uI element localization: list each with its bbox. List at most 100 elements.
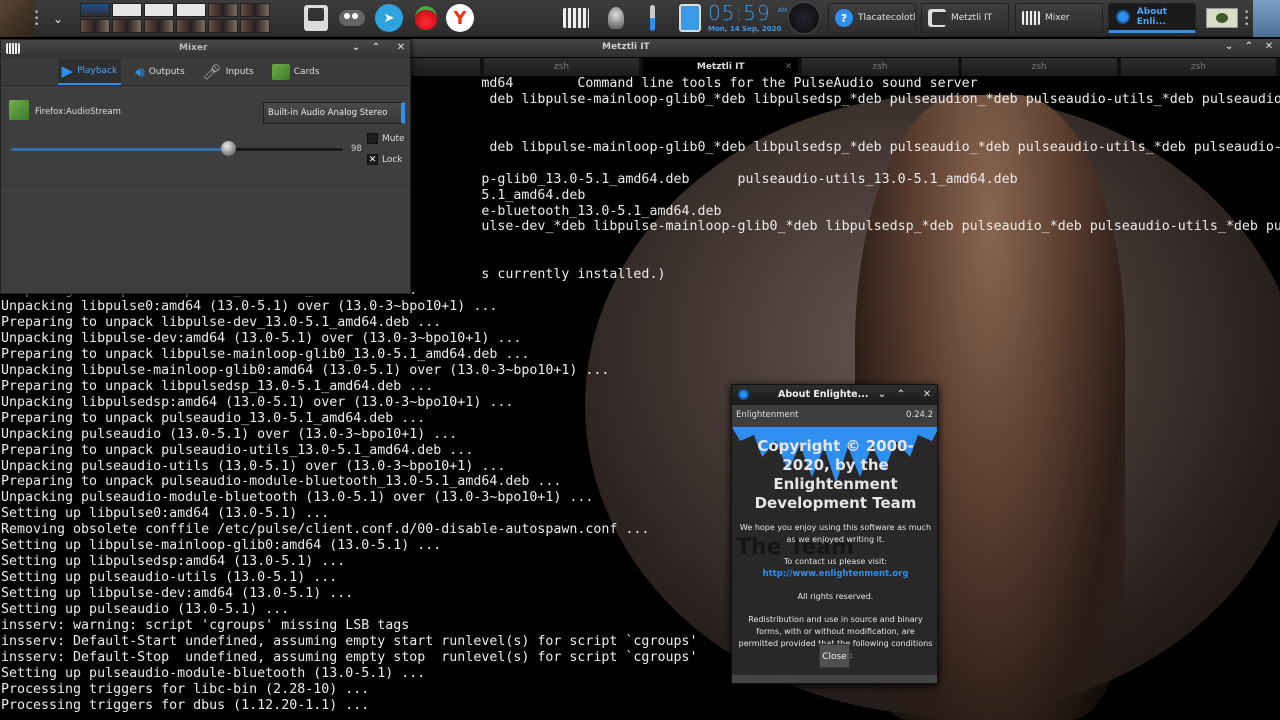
clock-date: Mon, 14 Sep, 2020 <box>708 25 782 33</box>
lock-label: Lock <box>382 155 403 165</box>
shelf-overflow-handle[interactable]: • • • <box>1244 9 1249 30</box>
pager-desktop[interactable] <box>112 19 142 33</box>
website-link[interactable]: http://www.enlightenment.org <box>732 568 937 580</box>
desktop-pager[interactable] <box>80 3 272 34</box>
terminal-line: insserv: warning: script 'cgroups' missi… <box>1 617 410 633</box>
terminal-line: Preparing to unpack pulseaudio-module-bl… <box>1 474 562 490</box>
terminal-tab[interactable]: zsh <box>802 58 962 76</box>
clock-gadget[interactable]: 05:59 AM Mon, 14 Sep, 2020 <box>708 2 787 36</box>
close-tab-icon[interactable]: ✕ <box>785 58 793 76</box>
terminal-line: Setting up pulseaudio-module-bluetooth (… <box>1 665 426 681</box>
launcher-telegram[interactable]: ➤ <box>373 2 405 34</box>
terminal-tab[interactable]: Metztli IT ✕ <box>643 58 803 76</box>
about-content[interactable]: The Team Copyright © 2000-2020, by the E… <box>732 427 937 677</box>
pager-desktop[interactable] <box>80 19 110 33</box>
terminal-line: Unpacking pulseaudio-utils (13.0-5.1) ov… <box>1 458 506 474</box>
pager-desktop[interactable] <box>240 3 270 17</box>
terminal-line: Setting up libpulse0:amd64 (13.0-5.1) ..… <box>1 506 330 522</box>
terminal-line: Unpacking libpulse0:amd64 (13.0-5.1) ove… <box>1 299 498 315</box>
volume-slider[interactable] <box>11 148 343 151</box>
about-titlebar[interactable]: About Enlighte... ⌄ ⌃ ✕ <box>732 385 937 405</box>
lightbulb-icon <box>608 7 624 29</box>
terminal-tab-label: zsh <box>1031 62 1047 72</box>
maximize-icon[interactable]: ⌃ <box>369 42 383 53</box>
shelf-background-thumb <box>0 0 34 37</box>
close-icon[interactable]: ✕ <box>920 389 934 400</box>
taskbar-item[interactable]: Metztli IT <box>921 3 1009 33</box>
tab-outputs[interactable]: 🔊︎ Outputs <box>131 59 188 85</box>
maximize-icon[interactable]: ⌃ <box>1242 41 1256 52</box>
close-button[interactable]: Close <box>819 644 850 668</box>
main-menu-button[interactable]: ⌄ <box>46 4 70 33</box>
chevron-down-icon: ⌄ <box>52 11 64 26</box>
pager-desktop[interactable] <box>240 19 270 33</box>
volume-slider-handle[interactable] <box>220 141 236 156</box>
pager-desktop[interactable] <box>144 3 174 17</box>
battery-gadget[interactable] <box>674 2 706 34</box>
mixer-title: Mixer <box>179 43 208 53</box>
wallpaper-edge <box>1253 0 1280 37</box>
launcher-gimp[interactable] <box>336 2 368 34</box>
minimize-icon[interactable]: ⌄ <box>875 389 889 400</box>
shelf-menu-handle[interactable]: • • • <box>34 9 39 30</box>
terminal-line: Setting up pulseaudio-utils (13.0-5.1) .… <box>1 570 338 586</box>
maximize-icon[interactable]: ⌃ <box>894 389 908 400</box>
close-icon[interactable]: ✕ <box>1262 41 1276 52</box>
taskbar-item[interactable]: ? Tlacatecolotl <box>828 3 916 33</box>
tab-cards[interactable]: Cards <box>268 59 324 85</box>
output-device-selector[interactable]: Built-in Audio Analog Stereo <box>263 102 405 124</box>
sound-card-icon <box>271 63 290 80</box>
launcher-terminal[interactable] <box>300 2 332 34</box>
computer-icon <box>304 5 328 31</box>
terminal-line: Setting up pulseaudio (13.0-5.1) ... <box>1 601 290 617</box>
backlight-gadget[interactable] <box>600 2 632 34</box>
launcher-yandex[interactable]: Y <box>444 2 476 34</box>
terminal-tab[interactable]: zsh <box>484 58 644 76</box>
pager-desktop[interactable] <box>80 3 110 17</box>
mute-checkbox[interactable] <box>367 133 378 144</box>
terminal-line: Setting up libpulse-mainloop-glib0:amd64… <box>1 538 442 554</box>
terminal-tab[interactable]: zsh <box>962 58 1121 76</box>
terminal-line: Setting up libpulse-dev:amd64 (13.0-5.1)… <box>1 586 354 601</box>
taskbar-item[interactable]: About Enli... <box>1108 3 1196 33</box>
terminal-line: Removing obsolete conffile /etc/pulse/cl… <box>1 522 650 538</box>
desktop-preview[interactable] <box>1206 8 1238 28</box>
launcher-strawberry[interactable] <box>410 2 442 34</box>
mixer-tabs: ▶ Playback 🔊︎ Outputs 🎤︎ Inputs Cards <box>1 58 410 86</box>
stream-name: Firefox:AudioStream <box>35 107 121 117</box>
taskbar-item-label: About Enli... <box>1136 7 1168 27</box>
taskbar-item[interactable]: Mixer <box>1015 3 1103 33</box>
microphone-icon: 🎤︎ <box>202 62 222 81</box>
media-gadget[interactable] <box>787 1 821 35</box>
thermometer-icon <box>649 5 655 31</box>
minimize-icon[interactable]: ⌄ <box>1222 41 1236 52</box>
terminal-line: Preparing to unpack pulseaudio_13.0-5.1_… <box>1 410 426 426</box>
taskbar-item-label: Mixer <box>1045 13 1070 23</box>
terminal-tab[interactable] <box>410 58 484 76</box>
tab-inputs[interactable]: 🎤︎ Inputs <box>199 59 258 85</box>
pager-desktop[interactable] <box>208 19 238 33</box>
mixer-gadget[interactable] <box>560 2 592 34</box>
lock-checkbox[interactable]: ✕ <box>367 154 378 165</box>
mixer-titlebar[interactable]: Mixer ⌄ ⌃ ✕ <box>1 40 410 58</box>
about-paragraph: We hope you enjoy using this software as… <box>739 523 932 544</box>
about-title: About Enlighte... <box>778 389 869 400</box>
pager-desktop[interactable] <box>112 3 142 17</box>
pager-desktop[interactable] <box>208 3 238 17</box>
temperature-gadget[interactable] <box>636 2 668 34</box>
enlightenment-icon <box>738 389 749 400</box>
mixer-icon <box>1022 9 1040 27</box>
volume-slider-fill <box>11 148 228 151</box>
terminal-titlebar[interactable]: Metztli IT ⌄ ⌃ ✕ <box>410 39 1280 57</box>
pager-desktop[interactable] <box>176 19 206 33</box>
close-icon[interactable]: ✕ <box>394 42 408 53</box>
terminal-line: Unpacking libpulsedsp:amd64 (13.0-5.1) o… <box>1 394 514 410</box>
terminal-tab[interactable]: zsh <box>1121 58 1280 76</box>
minimize-icon[interactable]: ⌄ <box>349 42 363 53</box>
speaker-icon: 🔊︎ <box>135 62 145 81</box>
pager-desktop[interactable] <box>144 19 174 33</box>
terminal-line: Preparing to unpack libpulse-mainloop-gl… <box>1 346 530 362</box>
tab-playback[interactable]: ▶ Playback <box>57 58 122 85</box>
terminal-line: Unpacking libpulse-dev:amd64 (13.0-5.1) … <box>1 331 522 346</box>
pager-desktop[interactable] <box>176 3 206 17</box>
